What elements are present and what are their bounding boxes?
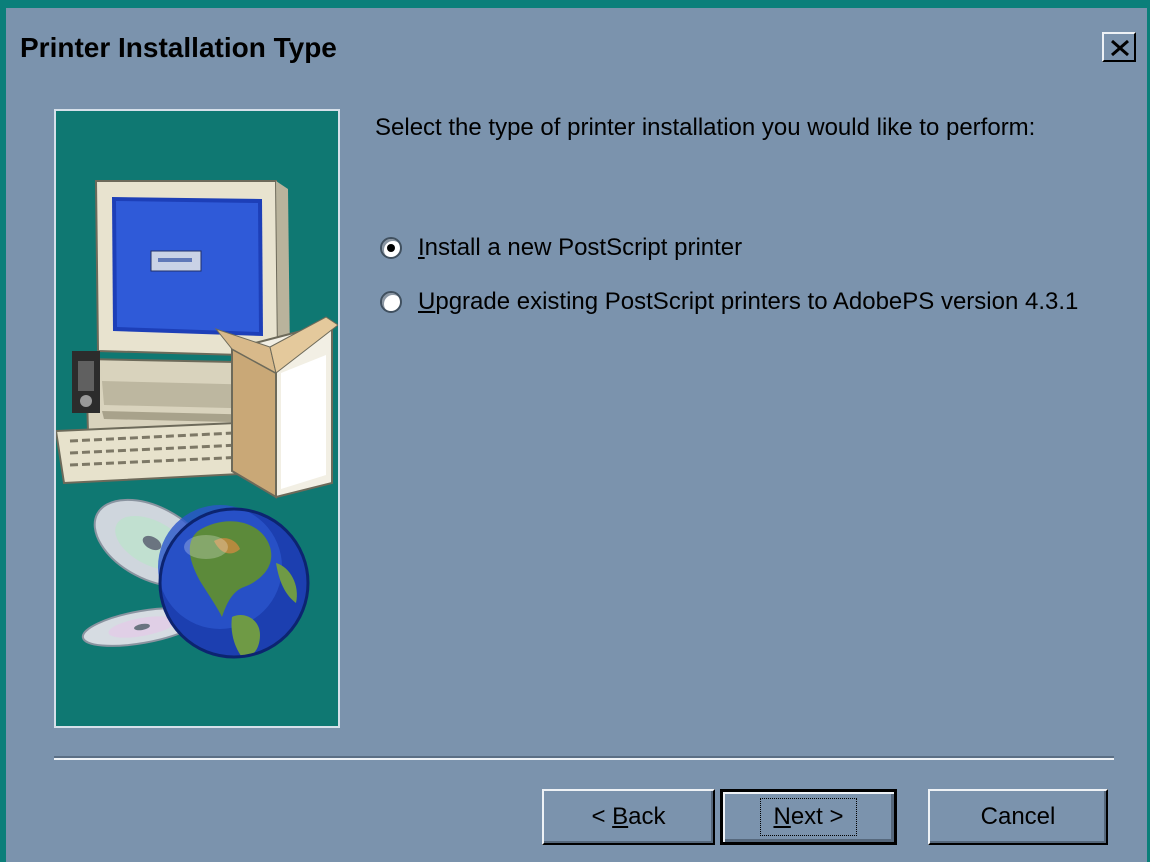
instruction-text: Select the type of printer installation … bbox=[375, 114, 1036, 141]
setup-illustration bbox=[54, 109, 340, 728]
software-box-icon bbox=[214, 316, 338, 499]
option-upgrade-existing-label[interactable]: Upgrade existing PostScript printers to … bbox=[418, 288, 1078, 316]
radio-upgrade-existing[interactable] bbox=[380, 291, 402, 313]
focus-rect: Next > bbox=[760, 798, 857, 836]
back-button[interactable]: < Back bbox=[542, 789, 715, 845]
option-install-new[interactable]: Install a new PostScript printer bbox=[380, 232, 742, 264]
dialog-window: Printer Installation Type Select the typ… bbox=[0, 0, 1150, 862]
close-icon bbox=[1111, 39, 1129, 57]
separator-line bbox=[54, 756, 1114, 760]
next-button[interactable]: Next > bbox=[720, 789, 897, 845]
window-title: Printer Installation Type bbox=[20, 32, 337, 63]
cancel-button[interactable]: Cancel bbox=[928, 789, 1108, 845]
option-upgrade-existing[interactable]: Upgrade existing PostScript printers to … bbox=[380, 286, 1078, 318]
option-install-new-label[interactable]: Install a new PostScript printer bbox=[418, 234, 742, 262]
title-bar: Printer Installation Type bbox=[6, 8, 1147, 84]
globe-icon bbox=[158, 505, 310, 659]
radio-install-new[interactable] bbox=[380, 237, 402, 259]
close-button[interactable] bbox=[1102, 32, 1136, 62]
